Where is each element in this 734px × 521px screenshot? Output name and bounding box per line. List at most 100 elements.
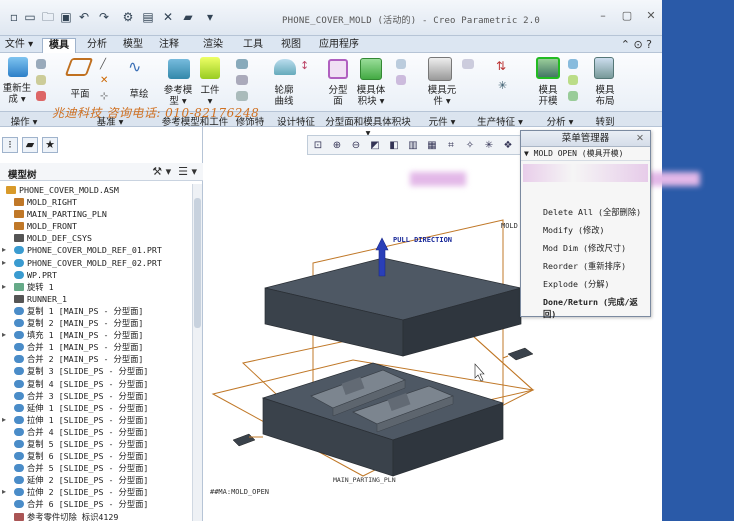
tree-item[interactable]: 合并 4 [SLIDE_PS - 分型面] <box>0 426 192 438</box>
menu-item-modify[interactable]: Modify (修改) <box>543 224 605 236</box>
saved-views-icon[interactable]: ▥ <box>405 138 421 153</box>
tab-annotate[interactable]: 注释 <box>154 38 184 53</box>
model-tree-tab-icon[interactable]: ⁝ <box>2 137 18 153</box>
tree-item[interactable]: 合并 1 [MAIN_PS - 分型面] <box>0 341 192 353</box>
tree-item[interactable]: ▸ PHONE_COVER_MOLD_REF_01.PRT <box>0 244 192 256</box>
thickness-icon[interactable] <box>568 75 578 85</box>
tree-item[interactable]: MOLD_FRONT <box>0 220 192 232</box>
tree-item[interactable]: 合并 5 [SLIDE_PS - 分型面] <box>0 462 192 474</box>
tab-render[interactable]: 渲染 <box>198 38 228 53</box>
undo-icon[interactable]: ↶ <box>76 9 92 25</box>
group-production[interactable]: 生产特征 ▾ <box>474 114 526 128</box>
customize-icon[interactable]: ▾ <box>202 9 218 25</box>
expand-arrow-icon[interactable]: ▸ <box>2 281 6 293</box>
draft-check-icon[interactable]: ↕ <box>300 59 312 72</box>
csys-icon[interactable]: ⊹ <box>100 91 110 102</box>
tree-item[interactable]: WP.PRT <box>0 269 192 281</box>
favorites-icon[interactable]: ★ <box>42 137 58 153</box>
interference-icon[interactable] <box>568 59 578 69</box>
sketch-icon[interactable]: ∿ <box>128 59 150 77</box>
collapse-ribbon-icon[interactable]: ⌃ <box>621 38 630 51</box>
tree-item[interactable]: MAIN_PARTING_PLN <box>0 208 192 220</box>
close-button[interactable]: ✕ <box>642 9 660 23</box>
mold-base-icon[interactable]: ⇅ <box>496 59 510 73</box>
tree-item[interactable]: 复制 4 [SLIDE_PS - 分型面] <box>0 378 192 390</box>
redo-icon[interactable]: ↷ <box>96 9 112 25</box>
shrink-dim-icon[interactable] <box>236 91 248 101</box>
folder-browser-icon[interactable]: ▰ <box>22 137 38 153</box>
projected-area-icon[interactable] <box>568 91 578 101</box>
tree-item[interactable]: 参考零件切除 标识4129 <box>0 511 192 521</box>
tree-item[interactable]: RUNNER_1 <box>0 293 192 305</box>
new-file-icon[interactable]: ▫ <box>6 9 22 25</box>
contour-curve-icon[interactable] <box>274 59 296 75</box>
parting-surface-icon[interactable] <box>328 59 348 79</box>
tree-item[interactable]: ▸ 填充 1 [MAIN_PS - 分型面] <box>0 329 192 341</box>
point-icon[interactable]: ✕ <box>100 75 110 86</box>
mold-volume-icon[interactable] <box>360 58 382 80</box>
regenerate-icon[interactable] <box>8 57 28 77</box>
tab-model[interactable]: 模型 <box>118 38 148 53</box>
tree-item[interactable]: PHONE_COVER_MOLD.ASM <box>0 184 192 196</box>
mold-volume-button[interactable]: 模具体 积块 ▾ <box>352 85 390 107</box>
menu-item-mod-dim[interactable]: Mod Dim (修改尺寸) <box>543 242 626 254</box>
expand-arrow-icon[interactable]: ▸ <box>2 486 6 498</box>
tab-view[interactable]: 视图 <box>276 38 306 53</box>
expand-arrow-icon[interactable]: ▸ <box>2 414 6 426</box>
repaint-icon[interactable]: ◩ <box>367 138 383 153</box>
maximize-button[interactable]: ▢ <box>618 9 636 23</box>
tree-item[interactable]: 复制 3 [SLIDE_PS - 分型面] <box>0 365 192 377</box>
tree-scrollbar[interactable] <box>192 184 202 521</box>
datum-display-icon[interactable]: ⌗ <box>443 138 459 153</box>
refit-icon[interactable]: ⊡ <box>310 138 326 153</box>
help-icon[interactable]: ? <box>646 38 652 51</box>
folder-open-icon[interactable]: 🗀 <box>40 9 56 25</box>
menu-section-mold-open[interactable]: ▼ MOLD OPEN (模具开模) <box>521 147 650 161</box>
open-file-icon[interactable]: ▭ <box>22 9 38 25</box>
tree-item[interactable]: ▸ 拉伸 1 [SLIDE_PS - 分型面] <box>0 414 192 426</box>
regenerate-button[interactable]: 重新生 成 ▾ <box>0 83 34 105</box>
zoom-out-icon[interactable]: ⊖ <box>348 138 364 153</box>
scrollbar-thumb[interactable] <box>194 198 201 328</box>
waterline-icon[interactable]: ✳ <box>498 79 510 92</box>
tab-applications[interactable]: 应用程序 <box>314 38 364 53</box>
close-icon[interactable]: ✕ <box>636 131 644 147</box>
display-style-icon[interactable]: ◧ <box>386 138 402 153</box>
tree-item[interactable]: 合并 6 [SLIDE_PS - 分型面] <box>0 498 192 510</box>
tree-item[interactable]: 复制 5 [SLIDE_PS - 分型面] <box>0 438 192 450</box>
tab-tools[interactable]: 工具 <box>238 38 268 53</box>
tab-mold[interactable]: 模具 <box>42 38 76 53</box>
tree-item[interactable]: MOLD_RIGHT <box>0 196 192 208</box>
save-icon[interactable]: ▣ <box>58 9 74 25</box>
menu-item-done-return[interactable]: Done/Return (完成/返回) <box>543 296 650 320</box>
tab-analysis[interactable]: 分析 <box>82 38 112 53</box>
tree-item[interactable]: 复制 2 [MAIN_PS - 分型面] <box>0 317 192 329</box>
axis-icon[interactable]: ╱ <box>100 59 110 70</box>
tree-item[interactable]: ▸ PHONE_COVER_MOLD_REF_02.PRT <box>0 257 192 269</box>
tree-item[interactable]: ▸ 旋转 1 <box>0 281 192 293</box>
tab-file[interactable]: 文件 ▾ <box>0 38 38 53</box>
tree-item[interactable]: 合并 3 [SLIDE_PS - 分型面] <box>0 390 192 402</box>
group-analysis[interactable]: 分析 ▾ <box>540 114 580 128</box>
workpiece-icon[interactable] <box>200 57 220 79</box>
tree-settings-icon[interactable]: ⚒ ▾ ☰ ▾ <box>152 165 197 178</box>
reference-model-icon[interactable] <box>168 59 190 79</box>
search-icon[interactable]: ⊙ <box>633 38 642 51</box>
mold-open-icon[interactable] <box>536 57 560 79</box>
mold-component-icon[interactable] <box>428 57 452 81</box>
regenerate-icon[interactable]: ⚙ <box>120 9 136 25</box>
expand-arrow-icon[interactable]: ▸ <box>2 329 6 341</box>
layers-icon[interactable]: ❖ <box>500 138 516 153</box>
tree-item[interactable]: 延伸 1 [SLIDE_PS - 分型面] <box>0 402 192 414</box>
group-operations[interactable]: 操作 ▾ <box>4 114 44 128</box>
window-icon[interactable]: ▤ <box>140 9 156 25</box>
mold-open-button[interactable]: 模具 开模 <box>530 85 566 107</box>
annotation-display-icon[interactable]: ✧ <box>462 138 478 153</box>
expand-arrow-icon[interactable]: ▸ <box>2 257 6 269</box>
delete-icon[interactable] <box>36 91 46 101</box>
spin-center-icon[interactable]: ✳ <box>481 138 497 153</box>
minimize-button[interactable]: – <box>594 9 612 23</box>
menu-item-explode[interactable]: Explode (分解) <box>543 278 610 290</box>
shrink-icon[interactable] <box>236 59 248 69</box>
group-components[interactable]: 元件 ▾ <box>422 114 462 128</box>
